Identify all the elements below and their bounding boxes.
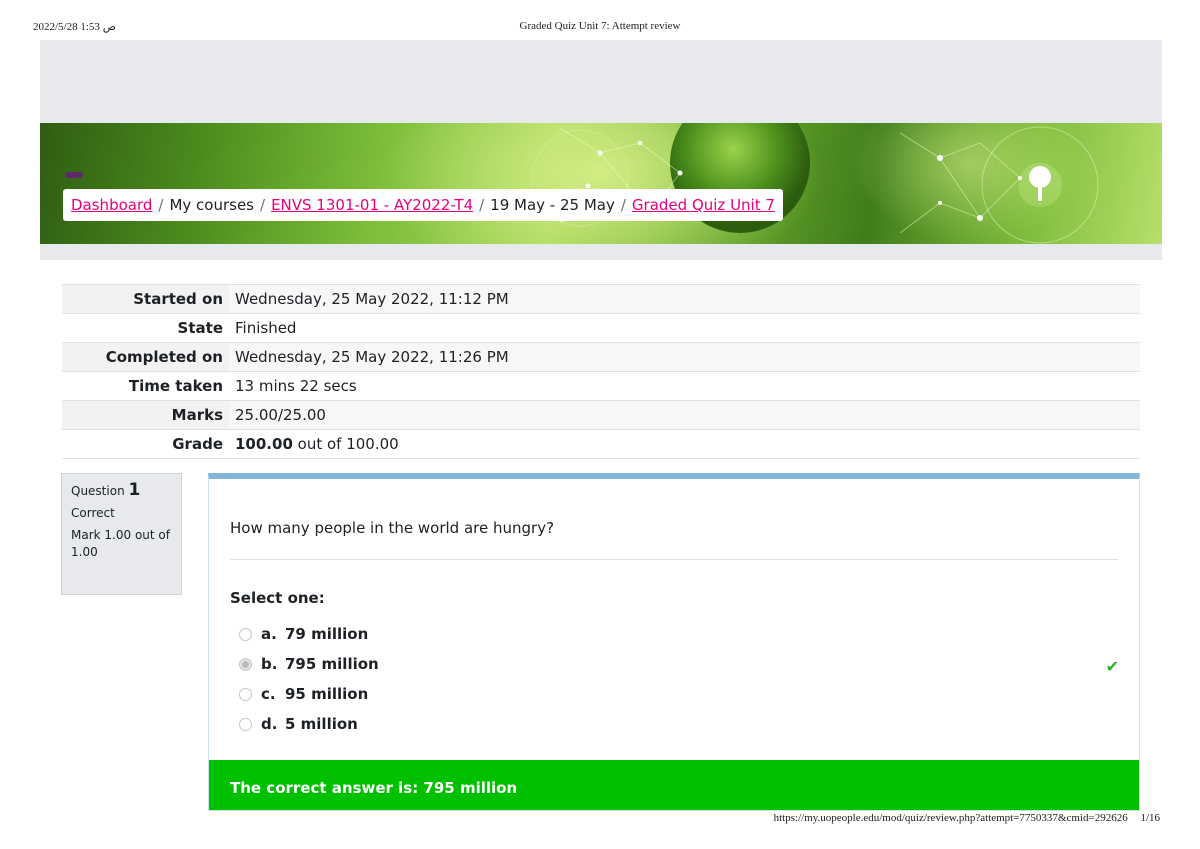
breadcrumb-week: 19 May - 25 May (490, 196, 615, 214)
print-page-number: 1/16 (1140, 812, 1160, 824)
summary-value: Wednesday, 25 May 2022, 11:12 PM (229, 284, 1140, 314)
summary-row-marks: Marks 25.00/25.00 (62, 400, 1140, 430)
radio-button-selected[interactable] (239, 657, 252, 671)
option-letter: a. (261, 625, 277, 643)
question-info-panel: Question 1 Correct Mark 1.00 out of 1.00 (61, 473, 182, 595)
option-letter: d. (261, 715, 278, 733)
print-url: https://my.uopeople.edu/mod/quiz/review.… (773, 812, 1128, 824)
summary-value: Wednesday, 25 May 2022, 11:26 PM (229, 342, 1140, 372)
summary-label: State (62, 313, 229, 343)
option-text: 5 million (285, 715, 358, 733)
summary-label: Grade (62, 429, 229, 459)
radio-button[interactable] (239, 687, 252, 701)
question-number: 1 (128, 480, 141, 500)
header-accent-pill (65, 172, 83, 178)
option-text: 79 million (285, 625, 369, 643)
course-banner-image (40, 123, 1162, 244)
summary-value: 100.00 out of 100.00 (229, 429, 1140, 459)
banner-decoration (380, 123, 1099, 244)
summary-value: Finished (229, 313, 1140, 343)
summary-row-time-taken: Time taken 13 mins 22 secs (62, 371, 1140, 401)
breadcrumb-separator: / (479, 196, 485, 214)
option-letter: b. (261, 655, 278, 673)
option-text: 95 million (285, 685, 369, 703)
print-footer: https://my.uopeople.edu/mod/quiz/review.… (774, 812, 1160, 824)
summary-value: 13 mins 22 secs (229, 371, 1140, 401)
breadcrumb-dashboard-link[interactable]: Dashboard (71, 196, 152, 214)
summary-row-grade: Grade 100.00 out of 100.00 (62, 429, 1140, 459)
summary-label: Completed on (62, 342, 229, 372)
option-text: 795 million (285, 655, 379, 673)
question-label: Question (71, 484, 125, 498)
check-icon: ✔ (1105, 657, 1119, 676)
breadcrumb-quiz-link[interactable]: Graded Quiz Unit 7 (632, 196, 775, 214)
question-mark: Mark 1.00 out of 1.00 (71, 528, 170, 559)
summary-label: Time taken (62, 371, 229, 401)
correct-answer-feedback: The correct answer is: 795 million (209, 760, 1139, 810)
breadcrumb: Dashboard / My courses / ENVS 1301-01 - … (63, 189, 783, 221)
summary-row-completed: Completed on Wednesday, 25 May 2022, 11:… (62, 342, 1140, 372)
attempt-summary-table: Started on Wednesday, 25 May 2022, 11:12… (62, 284, 1140, 459)
breadcrumb-separator: / (260, 196, 266, 214)
summary-value: 25.00/25.00 (229, 400, 1140, 430)
question-text: How many people in the world are hungry? (230, 519, 555, 537)
answer-options: a. 79 million b. 795 million ✔ c. 95 mil… (239, 619, 1129, 739)
answer-option-b[interactable]: b. 795 million ✔ (239, 649, 1129, 679)
page-header-band-bottom (40, 244, 1162, 260)
page-header-band (40, 40, 1162, 123)
breadcrumb-course-link[interactable]: ENVS 1301-01 - AY2022-T4 (271, 196, 473, 214)
grade-out-of: out of 100.00 (292, 435, 399, 453)
summary-row-state: State Finished (62, 313, 1140, 343)
print-header: ﺹ 1:53 2022/5/28 Graded Quiz Unit 7: Att… (0, 20, 1200, 36)
radio-button[interactable] (239, 717, 252, 731)
print-page-title: Graded Quiz Unit 7: Attempt review (519, 20, 681, 32)
breadcrumb-separator: / (620, 196, 626, 214)
summary-row-started: Started on Wednesday, 25 May 2022, 11:12… (62, 284, 1140, 314)
question-content: How many people in the world are hungry?… (208, 473, 1140, 811)
radio-button[interactable] (239, 627, 252, 641)
answer-option-a[interactable]: a. 79 million (239, 619, 1129, 649)
question-number-line: Question 1 (71, 482, 172, 500)
answer-option-c[interactable]: c. 95 million (239, 679, 1129, 709)
breadcrumb-separator: / (158, 196, 164, 214)
option-letter: c. (261, 685, 276, 703)
question-divider (230, 559, 1118, 560)
question-state: Correct (71, 506, 115, 520)
grade-value: 100.00 (235, 435, 293, 453)
breadcrumb-my-courses: My courses (169, 196, 254, 214)
answer-option-d[interactable]: d. 5 million (239, 709, 1129, 739)
summary-label: Marks (62, 400, 229, 430)
summary-label: Started on (62, 284, 229, 314)
answer-prompt: Select one: (230, 589, 325, 607)
